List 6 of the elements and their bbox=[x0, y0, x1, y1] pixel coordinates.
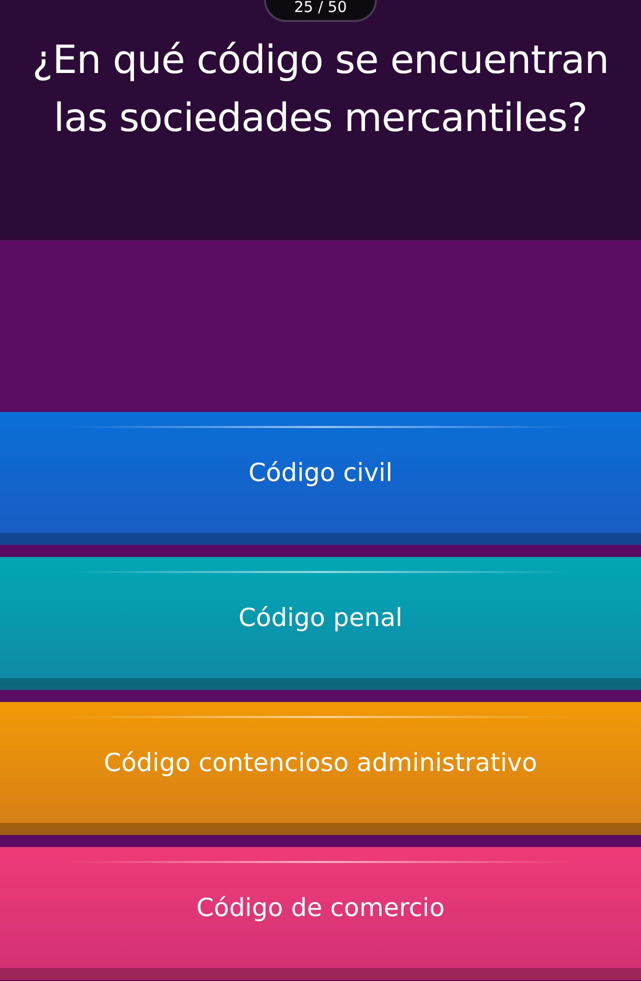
answer-option[interactable]: Código de comercio bbox=[0, 847, 641, 980]
answer-option[interactable]: Código civil bbox=[0, 412, 641, 545]
answer-option[interactable]: Código penal bbox=[0, 557, 641, 690]
question-text: ¿En qué código se encuentran las sociedades mercantiles? bbox=[31, 37, 610, 143]
answer-option[interactable]: Código contencioso administrativo bbox=[0, 702, 641, 835]
question-counter: 25 / 50 bbox=[264, 0, 377, 22]
